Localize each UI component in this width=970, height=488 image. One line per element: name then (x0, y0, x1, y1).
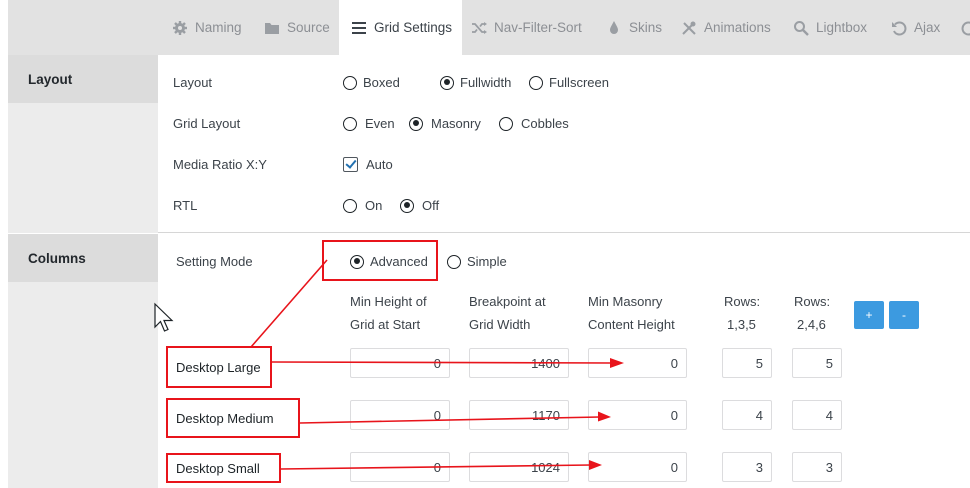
add-breakpoint-button[interactable]: + (854, 301, 884, 329)
tab-lightbox[interactable]: Lightbox (793, 0, 867, 55)
annotation-connector (250, 259, 328, 348)
radio-icon (529, 75, 543, 90)
tab-animations[interactable]: Animations (681, 0, 771, 55)
grid-layout-cobbles-radio[interactable]: Cobbles (499, 116, 569, 131)
header-rows-even: Rows: 2,4,6 (794, 294, 831, 332)
annotation-box-desktop-small (166, 453, 281, 483)
grid-layout-even-radio[interactable]: Even (343, 116, 395, 131)
rtl-off-radio[interactable]: Off (400, 198, 439, 213)
radio-selected-icon (440, 75, 454, 90)
undo-icon (892, 21, 907, 35)
tab-source[interactable]: Source (264, 0, 330, 55)
rows-even-input[interactable]: 3 (792, 452, 842, 482)
rows-odd-input[interactable]: 5 (722, 348, 772, 378)
gear-icon (173, 20, 187, 35)
rows-even-input[interactable]: 5 (792, 348, 842, 378)
search-icon (794, 20, 809, 36)
tab-label: Grid Settings (374, 20, 453, 35)
tab-label: Source (287, 20, 330, 35)
radio-icon (447, 254, 461, 269)
tab-label: Nav-Filter-Sort (494, 20, 582, 35)
drop-icon (610, 20, 618, 34)
header-rows-odd: Rows: 1,3,5 (724, 294, 761, 332)
radio-selected-icon (409, 116, 423, 131)
header-breakpoint: Breakpoint at Grid Width (469, 294, 546, 332)
rtl-label: RTL (173, 198, 198, 213)
breakpoint-width-input[interactable]: 1400 (469, 348, 569, 378)
radio-icon (499, 116, 513, 131)
setting-mode-simple-radio[interactable]: Simple (447, 254, 507, 269)
layout-fullwidth-radio[interactable]: Fullwidth (440, 75, 511, 90)
tab-skins[interactable]: Skins (606, 0, 662, 55)
section-layout: Layout (8, 55, 158, 103)
radio-icon (343, 75, 357, 90)
min-height-input[interactable]: 0 (350, 348, 450, 378)
tab-label: Skins (629, 20, 663, 35)
tab-label: Animations (704, 20, 771, 35)
breakpoint-width-input[interactable]: 1024 (469, 452, 569, 482)
tab-ajax[interactable]: Ajax (891, 0, 940, 55)
annotation-box-desktop-medium (166, 398, 300, 438)
radio-icon (343, 198, 357, 213)
layout-boxed-radio[interactable]: Boxed (343, 75, 400, 90)
rows-even-input[interactable]: 4 (792, 400, 842, 430)
tab-label: Ajax (914, 20, 941, 35)
grid-layout-label: Grid Layout (173, 116, 241, 131)
min-height-input[interactable]: 0 (350, 452, 450, 482)
rtl-on-radio[interactable]: On (343, 198, 382, 213)
radio-selected-icon (400, 198, 414, 213)
grid-layout-masonry-radio[interactable]: Masonry (409, 116, 481, 131)
list-icon (352, 21, 366, 34)
rows-odd-input[interactable]: 4 (722, 400, 772, 430)
media-ratio-auto-checkbox[interactable]: Auto (343, 157, 393, 172)
radio-icon (343, 116, 357, 131)
sidebar-fill (8, 282, 158, 488)
remove-breakpoint-button[interactable]: - (889, 301, 919, 329)
tab-naming[interactable]: Naming (172, 0, 242, 55)
masonry-height-input[interactable]: 0 (588, 348, 687, 378)
folder-icon (265, 22, 279, 34)
layout-fullscreen-radio[interactable]: Fullscreen (529, 75, 609, 90)
tab-more[interactable] (961, 0, 970, 55)
shuffle-icon (472, 21, 487, 34)
tools-icon (682, 21, 696, 35)
masonry-height-input[interactable]: 0 (588, 400, 687, 430)
refresh-icon (961, 21, 970, 35)
tab-nav-filter-sort[interactable]: Nav-Filter-Sort (471, 0, 582, 55)
header-min-height: Min Height of Grid at Start (350, 294, 427, 332)
tab-grid-settings[interactable]: Grid Settings (339, 0, 463, 55)
tab-label: Lightbox (816, 20, 868, 35)
annotation-box-desktop-large (166, 346, 272, 388)
annotation-box-advanced (322, 240, 438, 281)
tab-label: Naming (195, 20, 242, 35)
media-ratio-label: Media Ratio X:Y (173, 157, 267, 172)
min-height-input[interactable]: 0 (350, 400, 450, 430)
sidebar-fill (8, 103, 158, 233)
header-masonry-height: Min Masonry Content Height (588, 294, 675, 332)
masonry-height-input[interactable]: 0 (588, 452, 687, 482)
rows-odd-input[interactable]: 3 (722, 452, 772, 482)
setting-mode-label: Setting Mode (176, 254, 253, 269)
section-divider (158, 232, 970, 233)
checkbox-checked-icon (343, 157, 358, 172)
section-columns: Columns (8, 234, 158, 282)
layout-label: Layout (173, 75, 213, 90)
breakpoint-width-input[interactable]: 1170 (469, 400, 569, 430)
